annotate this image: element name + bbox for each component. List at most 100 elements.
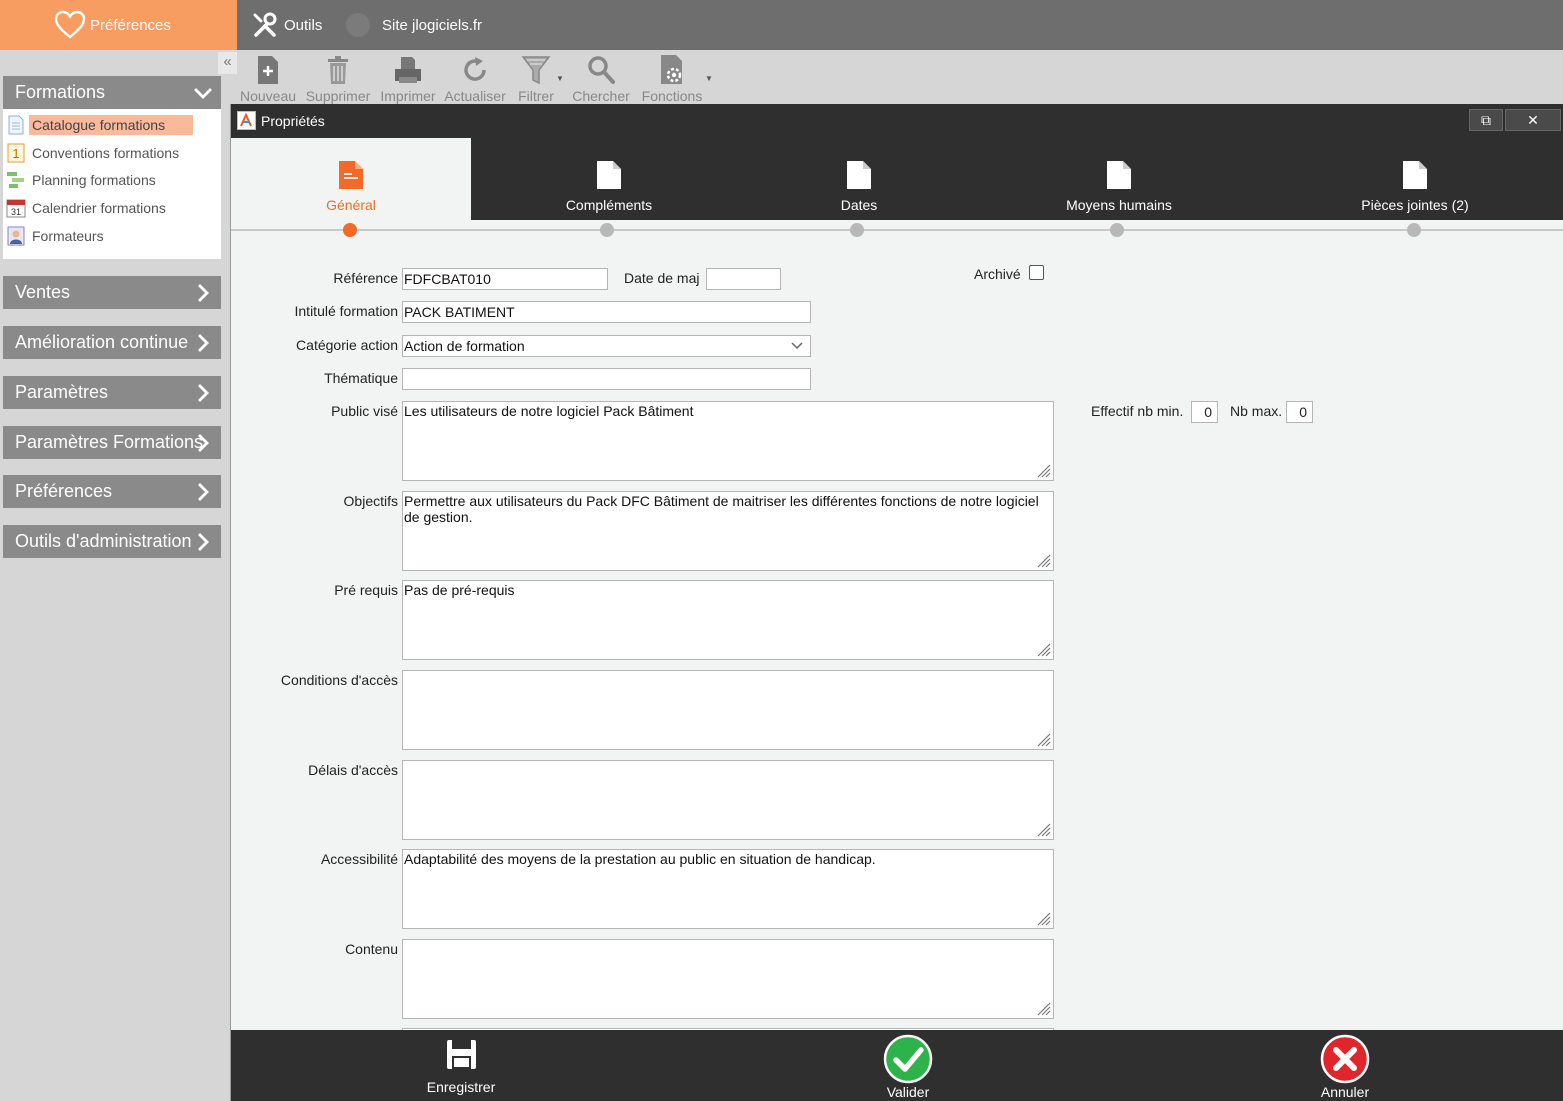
functions-button[interactable]: Fonctions — [641, 50, 703, 104]
resize-grip-icon[interactable] — [1035, 821, 1051, 837]
action-bar: Enregistrer Valider Annuler — [231, 1030, 1563, 1101]
sidebar-item-planning[interactable]: Planning formations — [3, 168, 156, 192]
resize-grip-icon[interactable] — [1035, 641, 1051, 657]
effectif-min-label: Effectif nb min. — [1091, 403, 1184, 419]
document-icon — [847, 161, 871, 189]
objectifs-textarea[interactable]: Permettre aux utilisateurs du Pack DFC B… — [402, 491, 1054, 571]
filter-button[interactable]: Filtrer — [515, 50, 557, 104]
sidebar-section-ventes[interactable]: Ventes — [3, 276, 221, 309]
categorie-label: Catégorie action — [296, 337, 398, 353]
prerequis-textarea[interactable]: Pas de pré-requis — [402, 580, 1054, 660]
save-button[interactable]: Enregistrer — [411, 1030, 511, 1101]
chevron-right-icon — [198, 334, 209, 352]
trash-icon — [328, 55, 348, 84]
heart-icon — [54, 10, 86, 39]
refresh-button[interactable]: Actualiser — [443, 50, 507, 104]
sidebar-section-outils-admin[interactable]: Outils d'administration — [3, 525, 221, 558]
document-icon — [339, 161, 363, 189]
functions-dropdown-icon[interactable]: ▼ — [705, 74, 713, 83]
filter-dropdown-icon[interactable]: ▼ — [556, 74, 564, 83]
intitule-input[interactable]: PACK BATIMENT — [402, 301, 811, 323]
sidebar-section-formations[interactable]: Formations — [3, 76, 221, 109]
reference-input[interactable]: FDFCBAT010 — [402, 268, 608, 290]
cancel-button[interactable]: Annuler — [1295, 1030, 1395, 1101]
resize-grip-icon[interactable] — [1035, 462, 1051, 478]
sidebar-section-amelioration[interactable]: Amélioration continue — [3, 326, 221, 359]
tab-label: Pièces jointes (2) — [1361, 197, 1469, 213]
sidebar-item-label: Catalogue formations — [29, 115, 194, 135]
effectif-max-label: Nb max. — [1230, 403, 1283, 419]
tab-label: Général — [326, 197, 376, 213]
accessibilite-label: Accessibilité — [320, 851, 398, 867]
tab-pieces-jointes[interactable]: Pièces jointes (2) — [1295, 138, 1535, 220]
floppy-disk-icon — [447, 1040, 476, 1069]
tab-general[interactable]: Général — [231, 138, 471, 220]
restore-window-button[interactable]: ⧉ — [1469, 109, 1503, 131]
accessibilite-textarea[interactable]: Adaptabilité des moyens de la prestation… — [402, 849, 1054, 929]
toolbar-label: Filtrer — [518, 88, 554, 104]
preferences-label: Préférences — [90, 16, 171, 34]
archive-checkbox[interactable] — [1029, 265, 1044, 280]
date-maj-input[interactable] — [706, 268, 781, 290]
sidebar-section-preferences[interactable]: Préférences — [3, 475, 221, 508]
window-title-bar: Propriétés ⧉ ✕ — [231, 104, 1563, 138]
preferences-menu[interactable]: Préférences — [0, 0, 237, 50]
settings-document-icon — [661, 54, 682, 84]
sidebar-section-label: Outils d'administration — [15, 531, 192, 551]
tab-complements[interactable]: Compléments — [489, 138, 729, 220]
delais-textarea[interactable] — [402, 760, 1054, 840]
effectif-min-input[interactable]: 0 — [1191, 401, 1218, 423]
conditions-textarea[interactable] — [402, 670, 1054, 750]
sidebar-section-parametres[interactable]: Paramètres — [3, 376, 221, 409]
collapse-sidebar-button[interactable]: « — [218, 52, 237, 74]
resize-grip-icon[interactable] — [1035, 731, 1051, 747]
resize-grip-icon[interactable] — [1035, 910, 1051, 926]
close-window-button[interactable]: ✕ — [1505, 109, 1561, 131]
resize-grip-icon[interactable] — [1035, 1000, 1051, 1016]
tab-dates[interactable]: Dates — [759, 138, 959, 220]
top-bar: Préférences Outils Site jlogiciels.fr — [0, 0, 1563, 50]
sidebar-item-formateurs[interactable]: Formateurs — [3, 224, 104, 248]
intitule-label: Intitulé formation — [294, 303, 399, 319]
tab-label: Compléments — [565, 197, 653, 213]
chevron-right-icon — [198, 384, 209, 402]
thematique-input[interactable] — [402, 368, 811, 390]
sidebar-section-label: Paramètres — [15, 382, 109, 402]
tools-icon — [253, 12, 277, 37]
sidebar-item-conventions[interactable]: 1 Conventions formations — [3, 141, 179, 165]
print-button[interactable]: Imprimer — [379, 50, 437, 104]
check-circle-icon — [883, 1034, 933, 1084]
toolbar-label: Nouveau — [239, 88, 297, 104]
categorie-value: Action de formation — [404, 338, 525, 354]
sidebar-item-label: Planning formations — [32, 172, 156, 188]
effectif-max-input[interactable]: 0 — [1286, 401, 1313, 423]
toolbar-label: Actualiser — [444, 88, 506, 104]
categorie-select[interactable]: Action de formation — [402, 335, 811, 357]
sidebar-section-label: Formations — [15, 82, 106, 102]
site-link[interactable]: Site jlogiciels.fr — [346, 0, 482, 50]
search-icon — [588, 55, 615, 84]
sidebar-item-calendrier[interactable]: 31 Calendrier formations — [3, 196, 166, 220]
delete-button[interactable]: Supprimer — [305, 50, 371, 104]
tools-label: Outils — [284, 16, 323, 34]
tab-moyens-humains[interactable]: Moyens humains — [999, 138, 1239, 220]
globe-icon — [346, 13, 370, 37]
filter-icon — [521, 55, 551, 84]
refresh-icon — [464, 56, 486, 81]
properties-window: Propriétés ⧉ ✕ Général Compléments Dates… — [230, 104, 1563, 1101]
contenu-textarea[interactable] — [402, 939, 1054, 1019]
conditions-label: Conditions d'accès — [280, 672, 398, 688]
resize-grip-icon[interactable] — [1035, 552, 1051, 568]
accessibilite-value: Adaptabilité des moyens de la prestation… — [404, 851, 876, 867]
search-button[interactable]: Chercher — [571, 50, 631, 104]
public-textarea[interactable]: Les utilisateurs de notre logiciel Pack … — [402, 401, 1054, 481]
validate-button[interactable]: Valider — [858, 1030, 958, 1101]
chevron-down-icon — [194, 88, 212, 99]
tools-menu[interactable]: Outils — [252, 0, 322, 50]
contenu-label: Contenu — [345, 941, 398, 957]
svg-text:1: 1 — [12, 146, 19, 161]
gantt-icon — [6, 170, 26, 190]
sidebar-item-catalogue[interactable]: Catalogue formations — [3, 113, 194, 137]
new-button[interactable]: Nouveau — [239, 50, 297, 104]
sidebar-section-parametres-formations[interactable]: Paramètres Formations — [3, 426, 221, 459]
